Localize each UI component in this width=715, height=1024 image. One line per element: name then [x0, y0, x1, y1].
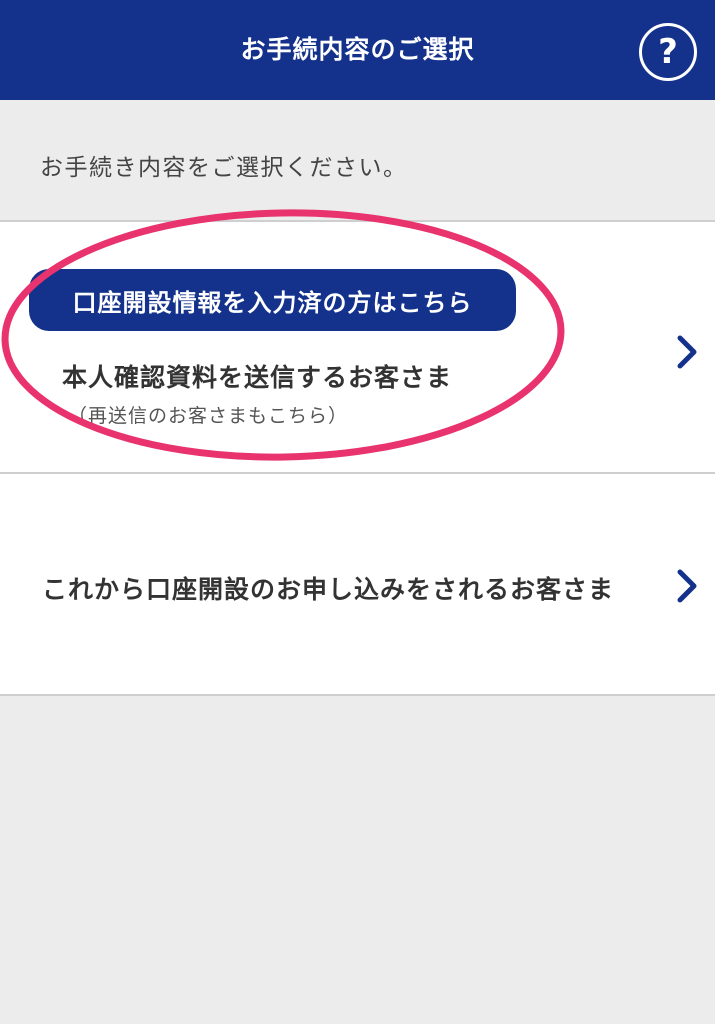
option-sublabel: （再送信のお客さまもこちら）: [68, 405, 349, 427]
option-label: これから口座開設のお申し込みをされるお客さま: [42, 575, 615, 604]
header-bar: お手続内容のご選択 ?: [0, 0, 715, 100]
page-title: お手続内容のご選択: [240, 35, 475, 64]
option-new-account-application[interactable]: これから口座開設のお申し込みをされるお客さま: [0, 472, 715, 696]
option-label: 本人確認資料を送信するお客さま: [62, 363, 453, 392]
chevron-right-icon: [677, 569, 697, 603]
option-send-id-documents[interactable]: 口座開設情報を入力済の方はこちら 本人確認資料を送信するお客さま （再送信のお客…: [0, 220, 715, 474]
help-button[interactable]: ?: [639, 23, 697, 81]
chevron-right-icon: [677, 335, 697, 369]
option-badge: 口座開設情報を入力済の方はこちら: [29, 269, 516, 331]
question-mark-icon: ?: [658, 32, 678, 72]
app-screen: お手続内容のご選択 ? お手続き内容をご選択ください。 口座開設情報を入力済の方…: [0, 0, 715, 1024]
instruction-text: お手続き内容をご選択ください。: [40, 155, 408, 181]
